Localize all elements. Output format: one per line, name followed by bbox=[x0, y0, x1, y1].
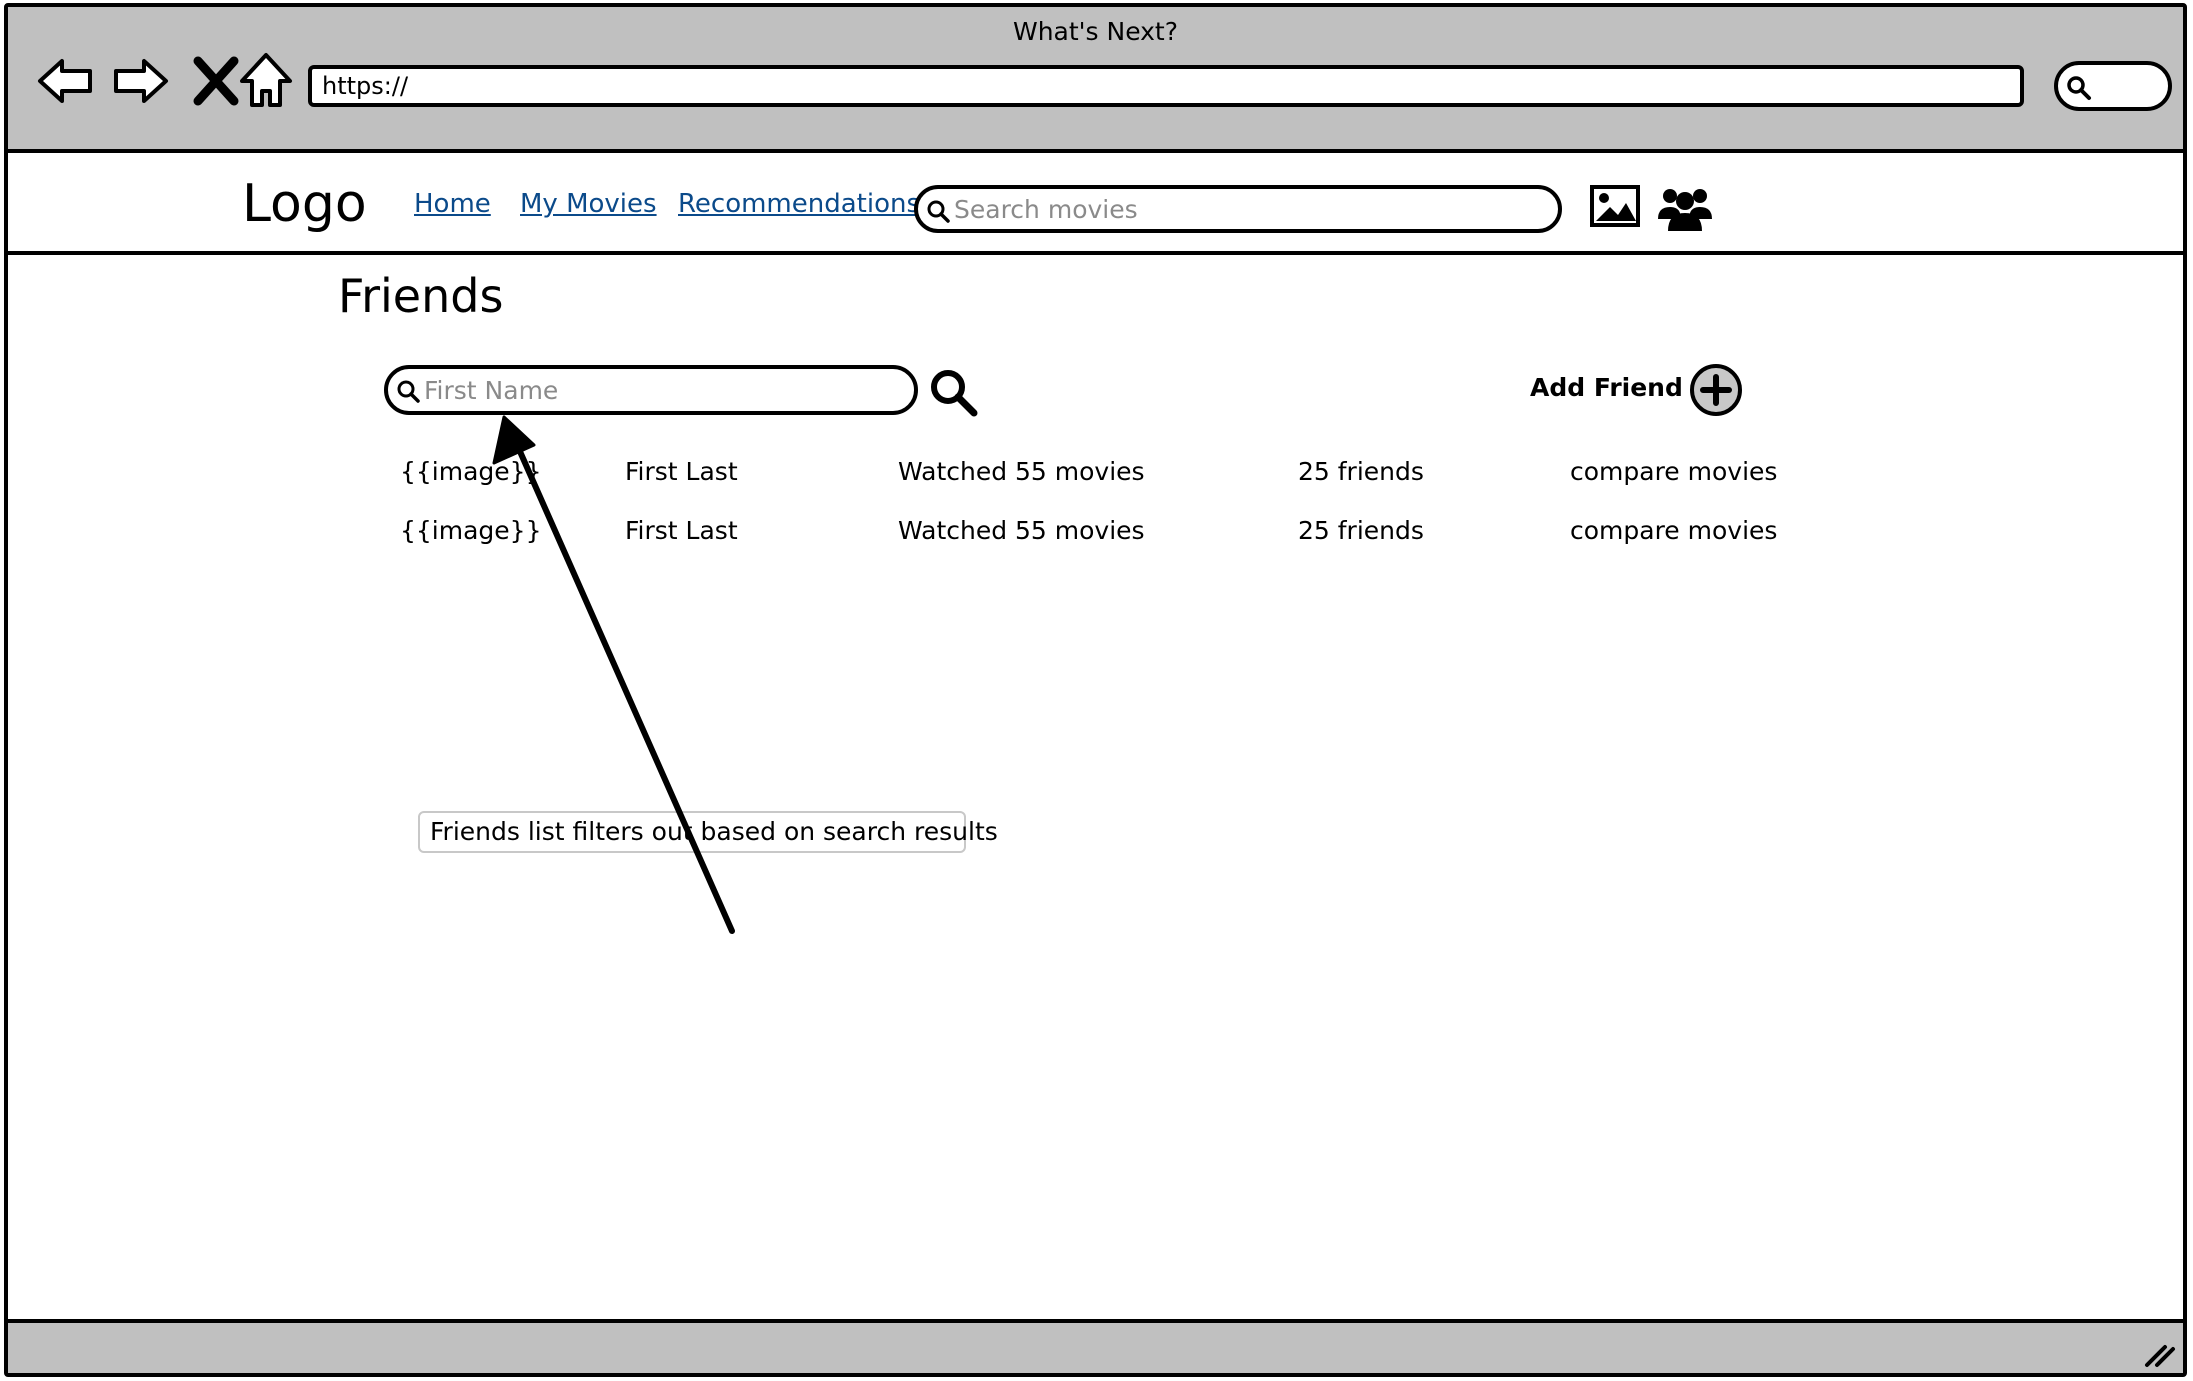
movie-search-input[interactable] bbox=[954, 189, 1498, 229]
friend-search-box[interactable] bbox=[384, 365, 918, 415]
friend-friends-count: 25 friends bbox=[1298, 457, 1424, 486]
friend-image-placeholder: {{image}} bbox=[400, 516, 542, 545]
forward-arrow-icon[interactable] bbox=[108, 49, 172, 113]
search-icon bbox=[927, 200, 950, 223]
browser-window: What's Next? https:// Logo Home My Movie… bbox=[4, 3, 2187, 1377]
friend-friends-count: 25 friends bbox=[1298, 516, 1424, 545]
resize-grip-icon[interactable] bbox=[2143, 1339, 2177, 1369]
compare-movies-link[interactable]: compare movies bbox=[1570, 457, 1777, 486]
search-button-icon[interactable] bbox=[928, 367, 980, 419]
nav-link-home[interactable]: Home bbox=[414, 189, 491, 219]
image-icon[interactable] bbox=[1590, 185, 1640, 227]
friend-name[interactable]: First Last bbox=[625, 516, 738, 545]
friend-name[interactable]: First Last bbox=[625, 457, 738, 486]
back-arrow-icon[interactable] bbox=[34, 49, 98, 113]
nav-link-my-movies[interactable]: My Movies bbox=[520, 189, 657, 219]
compare-movies-link[interactable]: compare movies bbox=[1570, 516, 1777, 545]
url-bar[interactable]: https:// bbox=[308, 65, 2024, 107]
site-header: Logo Home My Movies Recommendations bbox=[8, 149, 2183, 255]
movie-search-box[interactable] bbox=[914, 185, 1562, 233]
window-title: What's Next? bbox=[1012, 17, 1179, 46]
annotation-note: Friends list filters out based on search… bbox=[418, 811, 998, 853]
page-title: Friends bbox=[338, 269, 504, 323]
friends-group-icon[interactable] bbox=[1658, 185, 1712, 233]
browser-search-box[interactable] bbox=[2054, 61, 2172, 111]
friend-watched-count: Watched 55 movies bbox=[898, 516, 1145, 545]
friend-image-placeholder: {{image}} bbox=[400, 457, 542, 486]
nav-link-recommendations[interactable]: Recommendations bbox=[678, 189, 920, 219]
add-friend-label[interactable]: Add Friend bbox=[1530, 373, 1683, 402]
home-icon[interactable] bbox=[234, 49, 298, 113]
search-icon bbox=[397, 380, 420, 403]
browser-chrome: What's Next? https:// bbox=[8, 7, 2183, 153]
search-icon bbox=[2067, 76, 2091, 100]
first-name-search-input[interactable] bbox=[424, 369, 872, 411]
add-friend-plus-icon[interactable] bbox=[1688, 362, 1744, 418]
friend-watched-count: Watched 55 movies bbox=[898, 457, 1145, 486]
status-bar bbox=[8, 1319, 2183, 1373]
logo: Logo bbox=[242, 174, 367, 234]
